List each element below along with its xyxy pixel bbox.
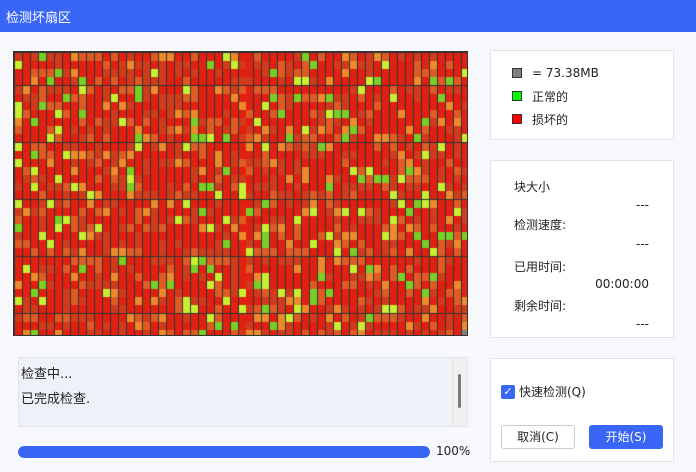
sector-map-canvas — [14, 52, 467, 335]
sector-map — [13, 51, 468, 336]
scrollbar-thumb[interactable] — [458, 374, 461, 408]
legend-item-damaged: 损坏的 — [512, 111, 568, 127]
quick-check-checkbox[interactable]: ✓ 快速检测(Q) — [501, 383, 586, 400]
actions-panel: ✓ 快速检测(Q) 取消(C) 开始(S) — [490, 358, 674, 462]
quick-check-label: 快速检测(Q) — [519, 385, 586, 399]
block-size-value: --- — [636, 198, 649, 212]
speed-value: --- — [636, 237, 649, 251]
legend-label: 正常的 — [532, 89, 569, 104]
legend-item-normal: 正常的 — [512, 88, 568, 104]
remaining-label: 剩余时间: — [514, 299, 567, 313]
progress-bar — [18, 446, 430, 458]
legend-label: = 73.38MB — [532, 66, 599, 80]
speed-label: 检测速度: — [514, 218, 567, 232]
gray-swatch-icon — [512, 68, 522, 78]
window-title: 检测坏扇区 — [6, 11, 72, 26]
legend-item-block-size: = 73.38MB — [512, 65, 599, 81]
checkmark-icon: ✓ — [501, 384, 515, 399]
log-line: 已完成检查. — [21, 392, 91, 407]
legend-label: 损坏的 — [532, 112, 569, 127]
green-swatch-icon — [512, 91, 522, 101]
cancel-button[interactable]: 取消(C) — [501, 425, 575, 449]
log-line: 检查中... — [21, 367, 73, 382]
start-button[interactable]: 开始(S) — [589, 425, 663, 449]
remaining-value: --- — [636, 317, 649, 331]
elapsed-label: 已用时间: — [514, 260, 567, 274]
red-swatch-icon — [512, 114, 522, 124]
block-size-label: 块大小 — [514, 180, 551, 194]
legend-panel: = 73.38MB 正常的 损坏的 — [490, 50, 674, 140]
progress-fill — [18, 446, 430, 458]
stats-panel: 块大小 --- 检测速度: --- 已用时间: 00:00:00 剩余时间: -… — [490, 160, 674, 338]
log-scrollbar[interactable] — [452, 358, 467, 426]
title-bar: 检测坏扇区 — [0, 0, 696, 32]
elapsed-value: 00:00:00 — [595, 277, 649, 291]
log-box[interactable]: 检查中... 已完成检查. — [18, 357, 468, 427]
progress-percent: 100% — [436, 444, 471, 458]
